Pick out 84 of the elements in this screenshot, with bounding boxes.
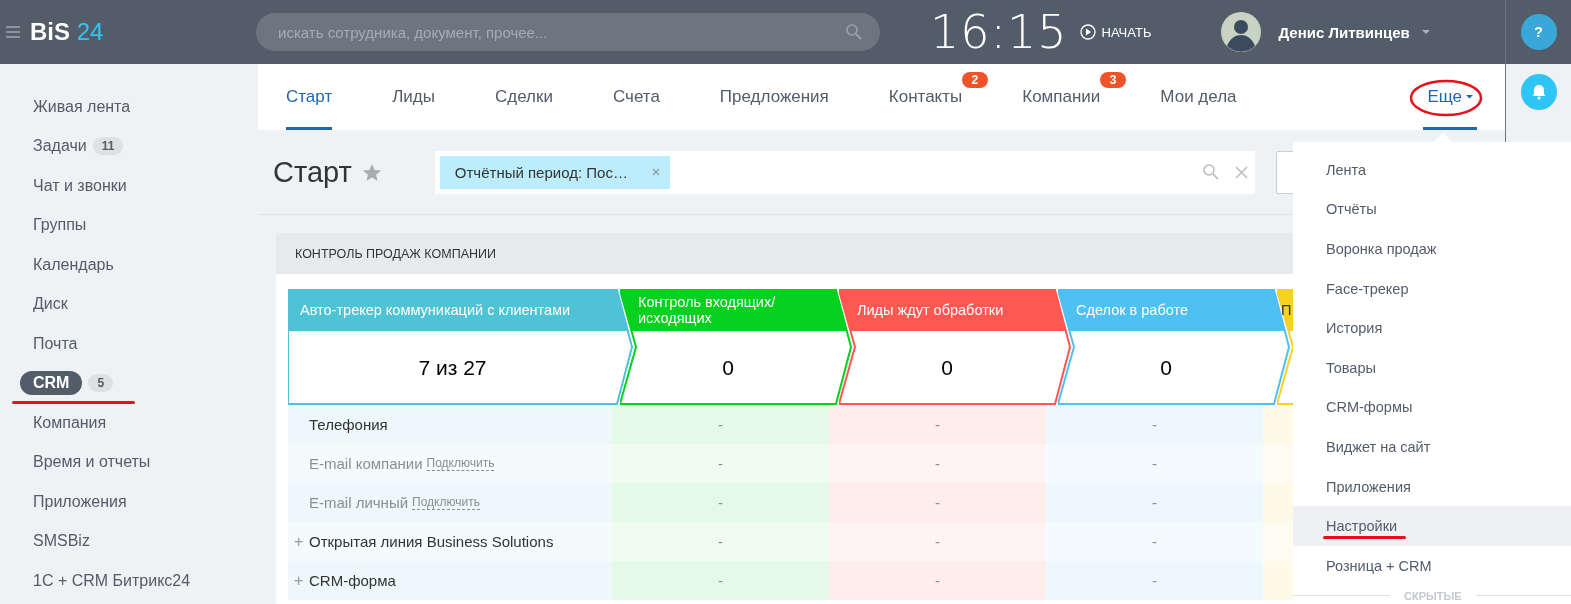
menu-item[interactable]: Настройки bbox=[1293, 506, 1571, 546]
menu-item[interactable]: CRM-формы bbox=[1293, 387, 1571, 428]
sidebar-item[interactable]: 1С + CRM Битрикс24 bbox=[33, 571, 191, 590]
stage-title: Авто-трекер коммуникаций с клиентами bbox=[300, 301, 571, 320]
stage-title: Сделок в работе bbox=[1076, 301, 1189, 320]
table-cell: - bbox=[829, 522, 1046, 561]
logo[interactable]: BiS 24 bbox=[30, 18, 256, 46]
counter-badge: 2 bbox=[961, 72, 989, 88]
play-icon bbox=[1079, 24, 1096, 40]
tab[interactable]: Еще bbox=[1423, 64, 1477, 130]
stage-value: 0 bbox=[721, 355, 735, 381]
menu-item[interactable]: Розница + CRM bbox=[1293, 545, 1571, 586]
sidebar-item[interactable]: Время и отчеты bbox=[33, 453, 151, 472]
sidebar-item[interactable]: Компания bbox=[33, 413, 107, 432]
table-cell: - bbox=[829, 444, 1046, 483]
counter-badge: 3 bbox=[1099, 72, 1127, 88]
menu-item[interactable]: Приложения bbox=[1293, 466, 1571, 507]
tab[interactable]: Старт bbox=[286, 64, 333, 130]
menu-item[interactable]: Виджет на сайт bbox=[1293, 427, 1571, 467]
counter-badge: 11 bbox=[92, 137, 124, 156]
table-cell: - bbox=[1046, 405, 1263, 444]
table-cell: - bbox=[612, 483, 829, 522]
sidebar-item[interactable]: Диск bbox=[33, 295, 68, 314]
star-icon[interactable] bbox=[361, 162, 382, 182]
menu-item[interactable]: Лента bbox=[1293, 150, 1571, 190]
search-icon[interactable] bbox=[846, 24, 862, 40]
row-label: Телефония bbox=[309, 416, 388, 433]
tab[interactable]: Лиды bbox=[392, 64, 435, 130]
table-cell: - bbox=[612, 561, 829, 600]
menu-item[interactable]: Товары bbox=[1293, 347, 1571, 388]
tab[interactable]: Контакты 2 bbox=[888, 64, 989, 130]
tab[interactable]: Сделки bbox=[495, 64, 553, 130]
bell-icon bbox=[1530, 84, 1547, 100]
search-icon[interactable] bbox=[1202, 164, 1219, 180]
avatar[interactable] bbox=[1221, 12, 1262, 52]
row-label: E-mail компании bbox=[309, 455, 423, 472]
tab[interactable]: Счета bbox=[612, 64, 660, 130]
sidebar-item[interactable]: Группы bbox=[33, 216, 87, 235]
table-cell: - bbox=[829, 483, 1046, 522]
table-cell: - bbox=[612, 522, 829, 561]
tab[interactable]: Предложения bbox=[719, 64, 829, 130]
clear-icon[interactable] bbox=[1234, 165, 1248, 179]
search-field[interactable]: искать сотрудника, документ, прочее... bbox=[256, 13, 880, 51]
table-cell: - bbox=[1046, 444, 1263, 483]
filter-tag[interactable]: Отчётный период: Пос… bbox=[439, 155, 670, 189]
sidebar-item[interactable]: Живая лента bbox=[33, 97, 131, 116]
start-button[interactable]: НАЧАТЬ bbox=[1079, 24, 1152, 40]
menu-item[interactable]: Отчёты bbox=[1293, 189, 1571, 230]
sidebar-item[interactable]: CRM bbox=[20, 371, 83, 396]
row-label: Открытая линия Business Solutions bbox=[309, 533, 554, 550]
table-cell: - bbox=[1046, 561, 1263, 600]
sidebar-item[interactable]: Приложения bbox=[33, 492, 127, 511]
table-cell: - bbox=[612, 405, 829, 444]
sidebar-item[interactable]: Почта bbox=[33, 334, 78, 353]
stage-title: Лиды ждут обработки bbox=[857, 301, 1004, 320]
tab[interactable]: Компании 3 bbox=[1022, 64, 1127, 130]
table-cell: - bbox=[1046, 522, 1263, 561]
tab[interactable]: Мои дела bbox=[1160, 64, 1237, 130]
sidebar-item[interactable]: Чат и звонки bbox=[33, 176, 127, 195]
row-label: E-mail личный bbox=[309, 494, 409, 511]
menu-item[interactable]: История bbox=[1293, 308, 1571, 348]
row-label: CRM-форма bbox=[309, 572, 396, 589]
sidebar-item[interactable]: Календарь bbox=[33, 255, 114, 274]
filter-field[interactable]: Отчётный период: Пос… bbox=[434, 150, 1255, 194]
table-cell: - bbox=[612, 444, 829, 483]
sidebar-item[interactable]: Задачи bbox=[33, 137, 87, 156]
counter-badge: 5 bbox=[88, 374, 114, 393]
user-name[interactable]: Денис Литвинцев bbox=[1278, 23, 1410, 41]
table-cell: - bbox=[829, 405, 1046, 444]
remove-icon[interactable] bbox=[651, 168, 660, 176]
stage-title: Контроль входящих/ исходящих bbox=[638, 293, 777, 328]
table-cell: - bbox=[1046, 483, 1263, 522]
notifications-button[interactable] bbox=[1520, 74, 1557, 110]
page-title: Старт bbox=[273, 155, 352, 189]
stage-title: П bbox=[1281, 301, 1292, 320]
stage-value: 0 bbox=[940, 355, 954, 381]
sidebar-item[interactable]: SMSBiz bbox=[33, 532, 90, 551]
caret-icon[interactable] bbox=[1421, 30, 1430, 34]
menu-icon[interactable] bbox=[6, 26, 20, 38]
stage-value: 7 из 27 bbox=[417, 355, 488, 381]
section-label: СКРЫТЫЕ bbox=[1404, 589, 1462, 602]
clock-time: 16:15 bbox=[930, 5, 1068, 59]
table-cell: - bbox=[829, 561, 1046, 600]
stage-value: 0 bbox=[1159, 355, 1173, 381]
